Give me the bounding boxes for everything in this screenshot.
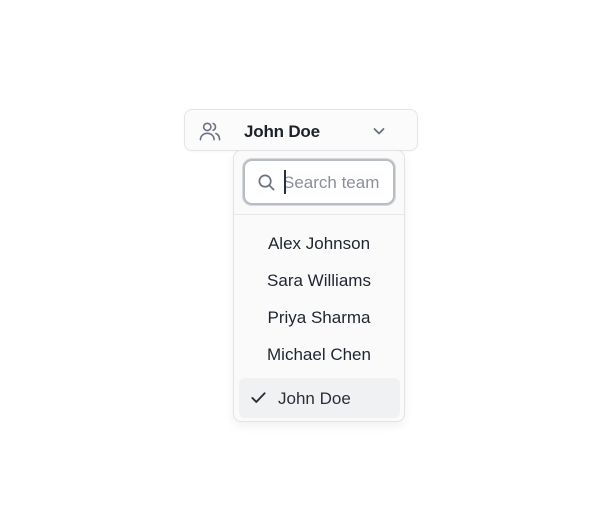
option-john-doe-selected[interactable]: John Doe	[239, 378, 400, 418]
search-field[interactable]	[243, 159, 395, 205]
search-input[interactable]	[283, 171, 387, 195]
option-label: Priya Sharma	[267, 308, 371, 327]
option-sara-williams[interactable]: Sara Williams	[234, 262, 404, 299]
selected-team-member: John Doe	[244, 122, 320, 141]
option-label: John Doe	[278, 389, 351, 408]
option-priya-sharma[interactable]: Priya Sharma	[234, 299, 404, 336]
option-list: Alex Johnson Sara Williams Priya Sharma …	[234, 225, 404, 373]
team-select-trigger[interactable]: John Doe	[184, 109, 418, 151]
option-label: Alex Johnson	[267, 234, 371, 253]
text-caret	[284, 170, 286, 194]
team-icon	[199, 121, 221, 141]
check-icon	[250, 389, 267, 406]
option-alex-johnson[interactable]: Alex Johnson	[234, 225, 404, 262]
option-label: Michael Chen	[267, 345, 371, 364]
chevron-down-icon	[371, 123, 387, 139]
divider	[234, 214, 404, 215]
option-label: Sara Williams	[267, 271, 371, 290]
team-dropdown: Alex Johnson Sara Williams Priya Sharma …	[233, 150, 405, 422]
option-michael-chen[interactable]: Michael Chen	[234, 336, 404, 373]
search-icon	[257, 173, 276, 192]
